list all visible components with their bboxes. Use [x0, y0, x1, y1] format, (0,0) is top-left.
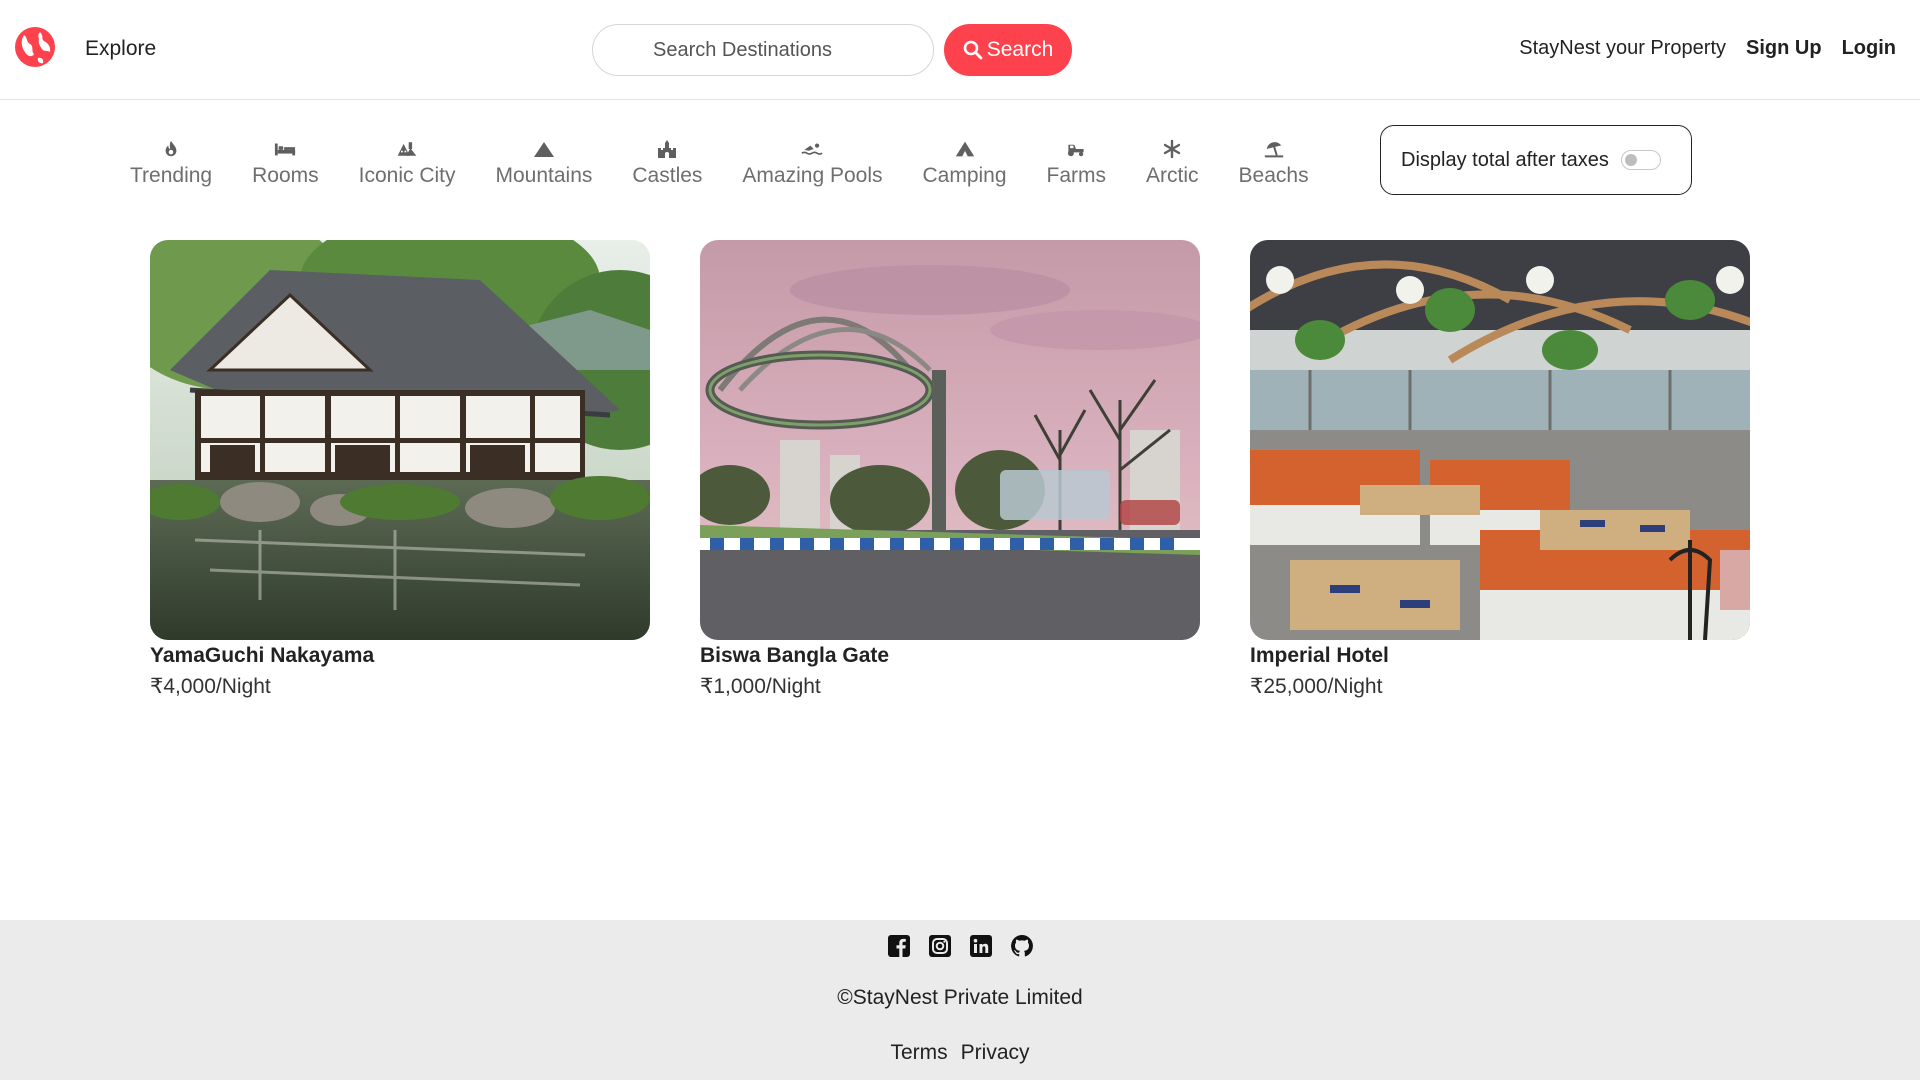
listing-title: Imperial Hotel	[1250, 644, 1389, 667]
fire-icon	[165, 140, 177, 157]
terms-link[interactable]: Terms	[890, 1041, 947, 1065]
filter-label: Iconic City	[358, 164, 456, 187]
city-icon	[397, 142, 417, 156]
mountain-icon	[533, 142, 554, 157]
swimmer-icon	[801, 143, 824, 155]
signup-link[interactable]: Sign Up	[1746, 37, 1822, 60]
listing-card[interactable]: YamaGuchi Nakayama ₹4,000/Night	[150, 240, 650, 699]
filter-rooms[interactable]: Rooms	[252, 138, 319, 188]
castle-icon	[658, 140, 677, 158]
listing-price: ₹25,000/Night	[1250, 675, 1383, 698]
login-link[interactable]: Login	[1842, 37, 1896, 60]
filter-label: Mountains	[495, 164, 593, 187]
instagram-icon[interactable]	[928, 934, 952, 958]
listing-image-restaurant	[1250, 240, 1750, 640]
filter-trending[interactable]: Trending	[130, 138, 212, 188]
list-property-link[interactable]: StayNest your Property	[1519, 37, 1726, 60]
tax-toggle-box: Display total after taxes	[1380, 125, 1692, 195]
listing-title: Biswa Bangla Gate	[700, 644, 890, 667]
facebook-icon[interactable]	[887, 934, 911, 958]
listing-card[interactable]: Biswa Bangla Gate ₹1,000/Night	[700, 240, 1200, 699]
listing-image-japanese-house	[150, 240, 650, 640]
filter-amazing-pools[interactable]: Amazing Pools	[742, 138, 883, 188]
tent-icon	[955, 141, 974, 157]
filter-label: Trending	[130, 164, 213, 187]
footer: ©StayNest Private Limited Terms Privacy	[0, 920, 1920, 1080]
filter-label: Castles	[632, 164, 703, 187]
listing-price: ₹4,000/Night	[150, 675, 271, 698]
privacy-link[interactable]: Privacy	[961, 1041, 1030, 1065]
filter-iconic-city[interactable]: Iconic City	[359, 138, 456, 188]
filter-beachs[interactable]: Beachs	[1239, 138, 1309, 188]
filter-mountains[interactable]: Mountains	[495, 138, 593, 188]
filter-farms[interactable]: Farms	[1046, 138, 1107, 188]
filter-label: Amazing Pools	[742, 164, 883, 187]
bed-icon	[275, 143, 296, 156]
social-links	[0, 934, 1920, 958]
copyright-text: ©StayNest Private Limited	[837, 986, 1083, 1009]
explore-link[interactable]: Explore	[85, 37, 156, 61]
legal-links: Terms Privacy	[0, 1041, 1920, 1065]
filter-arctic[interactable]: Arctic	[1146, 138, 1199, 188]
tax-toggle-label: Display total after taxes	[1401, 148, 1609, 171]
listing-title: YamaGuchi Nakayama	[150, 644, 375, 667]
filter-label: Farms	[1046, 164, 1107, 187]
filter-camping[interactable]: Camping	[923, 138, 1007, 188]
globe-logo-icon[interactable]	[14, 26, 56, 68]
category-filters: Trending Rooms Iconic City Mountains Cas…	[130, 138, 1309, 188]
search-button[interactable]: Search	[944, 24, 1072, 76]
navbar: Explore Search StayNest your Property Si…	[0, 0, 1920, 100]
listing-image-bangla-gate	[700, 240, 1200, 640]
tax-toggle-switch[interactable]	[1620, 150, 1661, 170]
filter-label: Rooms	[252, 164, 319, 187]
switch-knob	[1624, 154, 1637, 166]
filter-label: Beachs	[1238, 164, 1309, 187]
listing-card[interactable]: Imperial Hotel ₹25,000/Night	[1250, 240, 1750, 699]
filter-label: Arctic	[1146, 164, 1199, 187]
listing-price: ₹1,000/Night	[700, 675, 821, 698]
search-icon	[963, 40, 983, 60]
search-input[interactable]	[592, 24, 934, 76]
umbrella-beach-icon	[1264, 142, 1283, 158]
linkedin-icon[interactable]	[969, 934, 993, 958]
nav-right-links: StayNest your Property Sign Up Login	[1519, 37, 1896, 60]
snowflake-icon	[1164, 139, 1181, 159]
filter-castles[interactable]: Castles	[632, 138, 702, 188]
tractor-icon	[1068, 144, 1084, 157]
filter-label: Camping	[922, 164, 1007, 187]
github-icon[interactable]	[1010, 934, 1034, 958]
search-button-label: Search	[986, 38, 1054, 61]
